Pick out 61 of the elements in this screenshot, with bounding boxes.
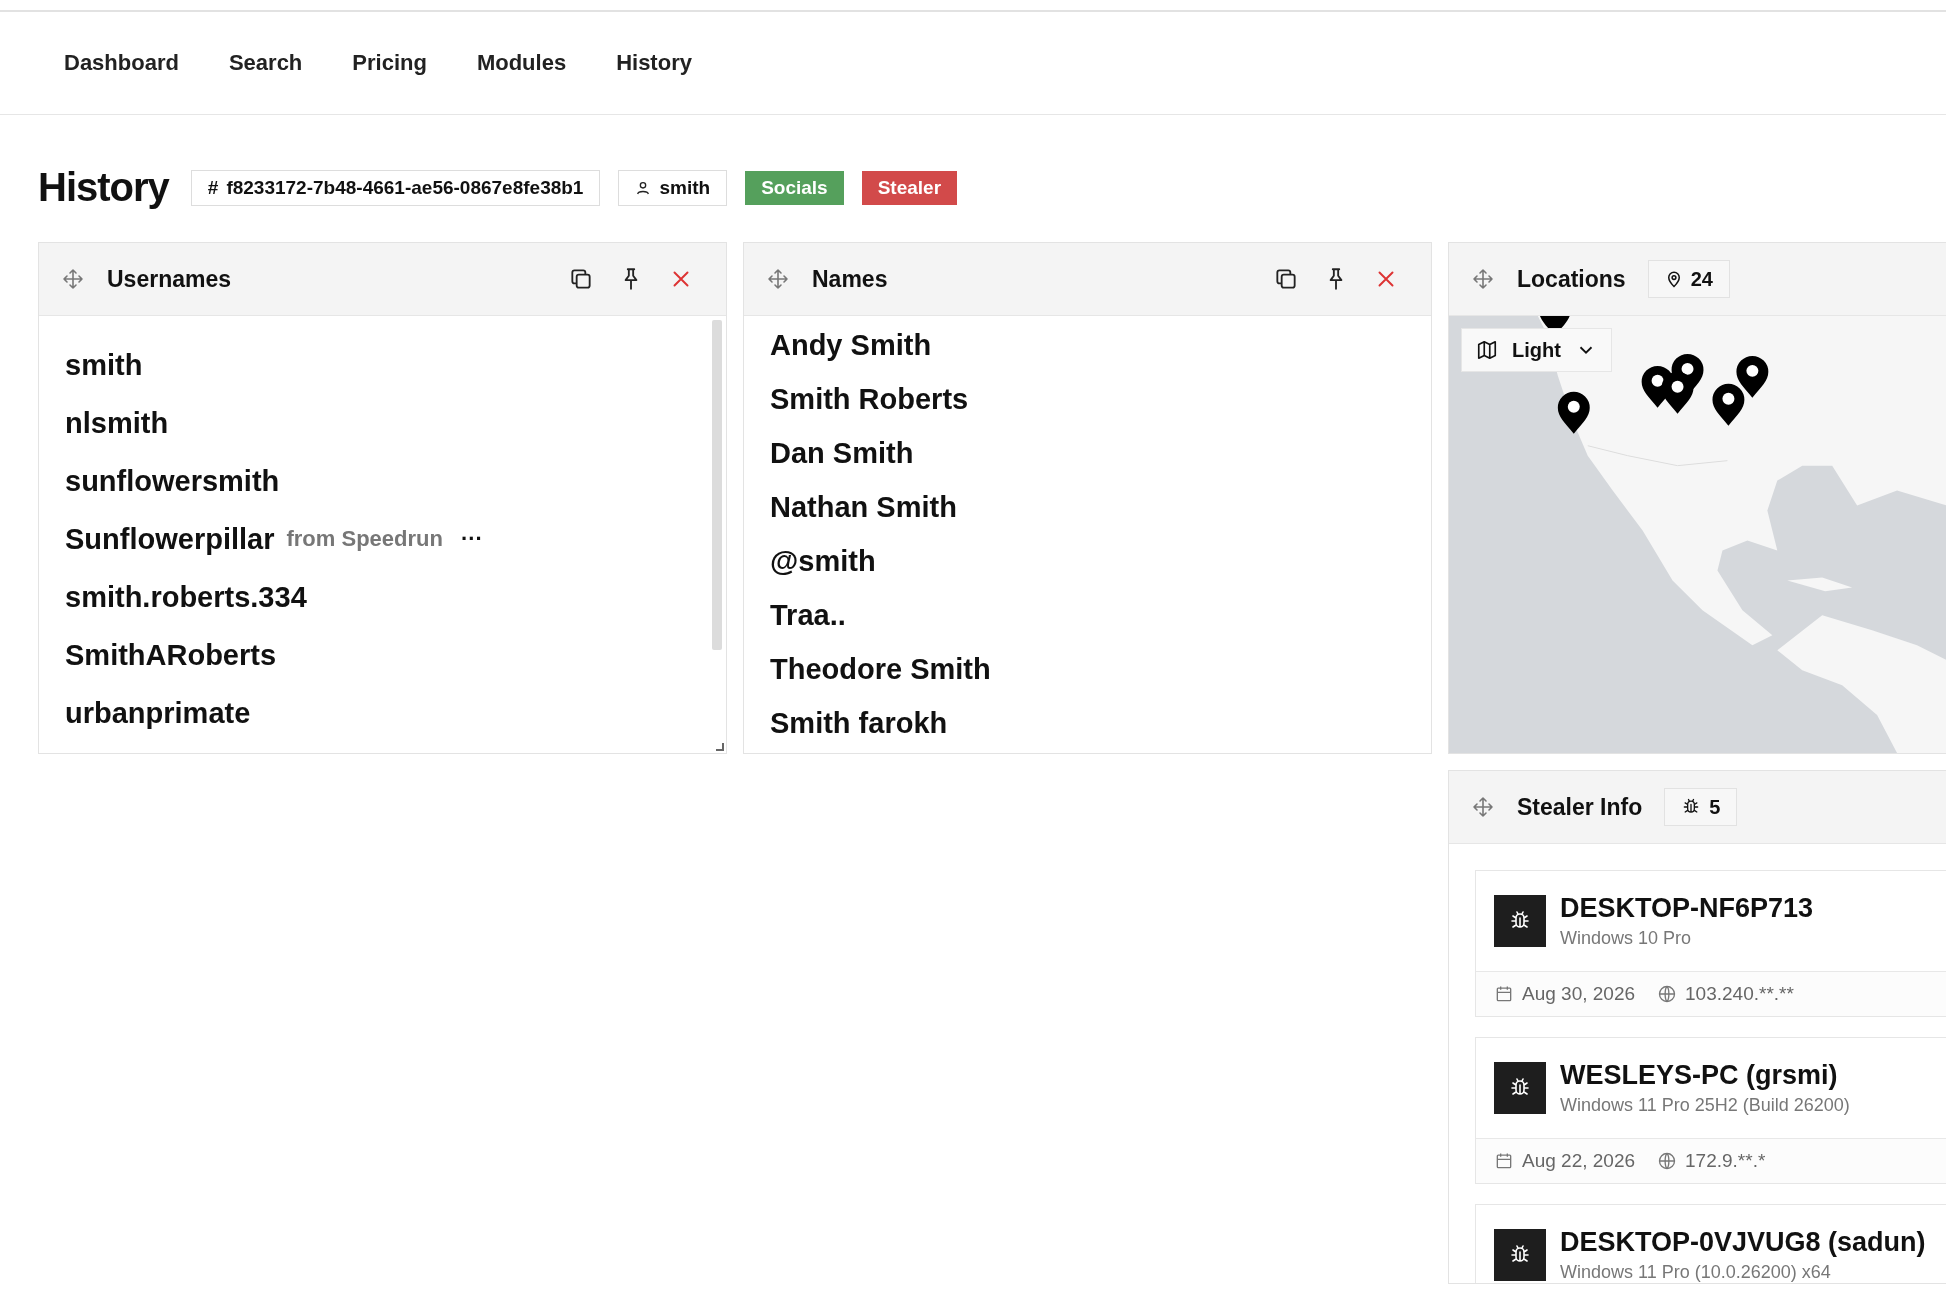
map-icon: [1476, 339, 1498, 361]
globe-icon: [1657, 984, 1678, 1004]
page-title: History: [38, 165, 169, 210]
username: nlsmith: [65, 406, 169, 440]
tag: Socials: [745, 170, 844, 205]
globe-icon: [1657, 1151, 1678, 1171]
id-chip: # f8233172-7b48-4661-ae56-0867e8fe38b1: [190, 169, 601, 206]
more-button[interactable]: ···: [460, 526, 483, 552]
name-entry: @smith: [770, 544, 876, 578]
os-name: Windows 11 Pro 25H2 (Build 26200): [1560, 1095, 1850, 1116]
name-entry: Theodore Smith: [770, 652, 991, 686]
host-name: WESLEYS-PC (grsmi): [1560, 1060, 1839, 1091]
source-label: from Speedrun: [286, 526, 443, 552]
calendar-icon: [1494, 1151, 1514, 1171]
nav-link[interactable]: Pricing: [352, 50, 427, 76]
username: urbanprimate: [65, 696, 251, 730]
nav-link[interactable]: Modules: [476, 50, 567, 76]
panel-title: Usernames: [107, 265, 232, 293]
stealer-card[interactable]: WESLEYS-PC (grsmi) Windows 11 Pro 25H2 (Build 26200) Aug 22, 2026 172.9.**.*: [1475, 1037, 1946, 1184]
os-name: Windows 10 Pro: [1560, 928, 1693, 949]
stealer-card[interactable]: DESKTOP-NF6P713 Windows 10 Pro Aug 30, 2026 103.240.**.**: [1475, 870, 1946, 1017]
name-entry: Smith Roberts: [770, 382, 969, 416]
move-icon[interactable]: [1471, 267, 1495, 291]
panel-title: Locations: [1517, 265, 1626, 293]
location-count: 24: [1647, 260, 1730, 298]
date-text: Aug 30, 2026: [1522, 983, 1636, 1005]
username: SmithARoberts: [65, 638, 277, 672]
name-entry: Nathan Smith: [770, 490, 957, 524]
move-icon[interactable]: [766, 267, 790, 291]
username: smith: [65, 348, 143, 382]
nav-link[interactable]: History: [616, 50, 692, 76]
name-entry: Andy Smith: [770, 328, 932, 362]
move-icon[interactable]: [1471, 795, 1495, 819]
username: smith.roberts.334: [65, 580, 307, 614]
host-name: DESKTOP-NF6P713: [1560, 893, 1814, 924]
user-icon: [635, 179, 652, 196]
stealer-card[interactable]: DESKTOP-0VJVUG8 (sadun) Windows 11 Pro (10.0.26200) x64: [1475, 1204, 1946, 1283]
move-icon[interactable]: [61, 267, 85, 291]
resize-icon[interactable]: [714, 741, 724, 751]
ip-text: 103.240.**.**: [1685, 983, 1794, 1005]
panel-title: Stealer Info: [1517, 793, 1643, 821]
name-entry: Dan Smith: [770, 436, 914, 470]
map-style-dropdown[interactable]: Light: [1461, 328, 1612, 372]
host-name: DESKTOP-0VJVUG8 (sadun): [1560, 1227, 1926, 1258]
date-text: Aug 22, 2026: [1522, 1150, 1636, 1172]
calendar-icon: [1494, 984, 1514, 1004]
copy-icon[interactable]: [568, 266, 594, 292]
username: Sunflowerpillar: [65, 522, 275, 556]
nav-link[interactable]: Dashboard: [64, 50, 179, 76]
name-entry: Smith farokh: [770, 706, 948, 740]
name-entry: Traa..: [770, 598, 846, 632]
username: sunflowersmith: [65, 464, 280, 498]
ip-text: 172.9.**.*: [1685, 1150, 1766, 1172]
os-name: Windows 11 Pro (10.0.26200) x64: [1560, 1262, 1832, 1283]
nav-link[interactable]: Search: [228, 50, 303, 76]
copy-icon[interactable]: [1273, 266, 1299, 292]
panel-title: Names: [812, 265, 888, 293]
scrollbar[interactable]: [712, 320, 722, 650]
stealer-count: 5: [1664, 788, 1738, 826]
tag: Stealer: [861, 170, 958, 205]
user-chip: smith: [618, 169, 728, 206]
